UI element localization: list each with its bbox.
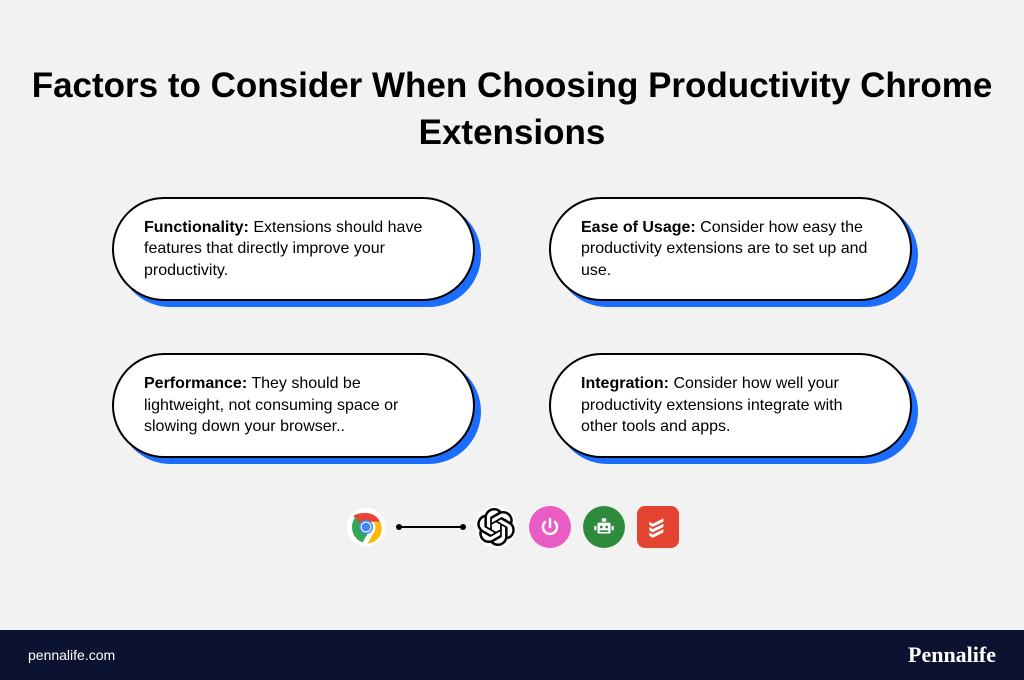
footer-url: pennalife.com (28, 647, 115, 663)
card-integration: Integration: Consider how well your prod… (549, 353, 912, 458)
openai-icon (475, 506, 517, 548)
robot-icon (583, 506, 625, 548)
power-icon (529, 506, 571, 548)
chrome-icon (345, 506, 387, 548)
cards-grid: Functionality: Extensions should have fe… (0, 197, 1024, 459)
card-performance: Performance: They should be lightweight,… (112, 353, 475, 458)
page-title: Factors to Consider When Choosing Produc… (0, 0, 1024, 197)
footer-brand: Pennalife (908, 642, 996, 668)
icons-row (0, 506, 1024, 548)
card-label: Performance: (144, 375, 247, 392)
card-label: Ease of Usage: (581, 219, 696, 236)
connector-line (399, 526, 463, 528)
card-ease-of-usage: Ease of Usage: Consider how easy the pro… (549, 197, 912, 302)
todoist-icon (637, 506, 679, 548)
footer: pennalife.com Pennalife (0, 630, 1024, 680)
card-label: Functionality: (144, 219, 249, 236)
card-functionality: Functionality: Extensions should have fe… (112, 197, 475, 302)
card-label: Integration: (581, 375, 669, 392)
